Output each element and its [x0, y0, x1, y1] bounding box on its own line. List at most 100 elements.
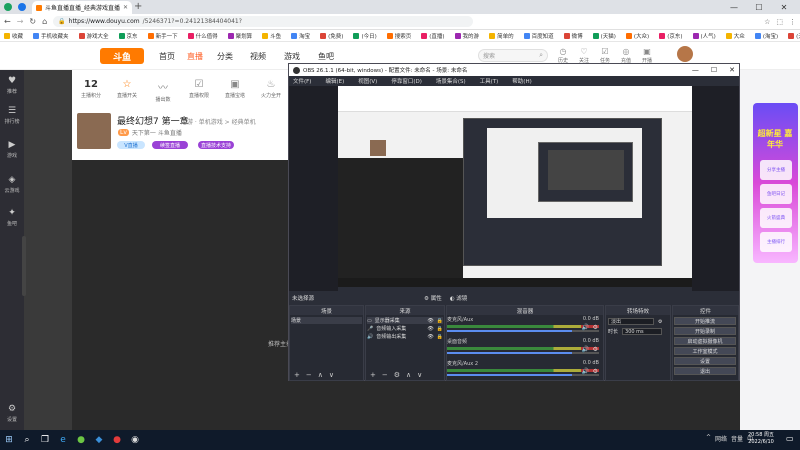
bookmark-item[interactable]: (淘宝): [754, 32, 778, 40]
profile-icon[interactable]: [18, 3, 26, 11]
star-icon[interactable]: ☆: [764, 18, 770, 26]
tray-item[interactable]: 音量: [731, 434, 743, 443]
streamer-avatar[interactable]: [77, 113, 111, 149]
bookmark-item[interactable]: 微博: [563, 32, 583, 40]
extension-icon[interactable]: ⬚: [776, 18, 783, 26]
bookmark-item[interactable]: 淘宝: [291, 32, 310, 40]
bookmark-item[interactable]: 什么值得: [187, 32, 218, 40]
bookmark-item[interactable]: 手机收藏夹: [33, 32, 69, 40]
forward-icon[interactable]: →: [17, 17, 24, 26]
dashboard-stat[interactable]: ☆ 直播开关: [110, 79, 144, 99]
channel-settings-icon[interactable]: ⚙: [593, 368, 598, 375]
bookmark-item[interactable]: (直播): [421, 32, 445, 40]
filters-button[interactable]: ◐ 滤镜: [450, 294, 468, 302]
header-gift[interactable]: ▣ 开播: [639, 47, 655, 64]
bookmark-item[interactable]: 新手一下: [147, 32, 178, 40]
move-down-button[interactable]: ∨: [417, 371, 422, 379]
dashboard-stat[interactable]: ☑ 直播权限: [182, 79, 216, 99]
obs-menu-item[interactable]: 工具(T): [480, 77, 499, 85]
bookmark-item[interactable]: (天猫): [788, 32, 800, 40]
header-follow[interactable]: ♡ 关注: [576, 47, 592, 64]
header-history[interactable]: ◷ 历史: [555, 47, 571, 64]
lock-icon[interactable]: 🔒: [437, 318, 443, 324]
bookmark-item[interactable]: 百度知道: [523, 32, 554, 40]
move-up-button[interactable]: ∧: [318, 371, 323, 379]
header-recharge[interactable]: ◎ 充值: [618, 47, 634, 64]
lock-icon[interactable]: 🔒: [437, 326, 443, 332]
channel-settings-icon[interactable]: ⚙: [593, 346, 598, 353]
source-item[interactable]: ▭ 显示器采集 👁 🔒: [367, 317, 443, 324]
obs-menu-item[interactable]: 场景集合(S): [436, 77, 466, 85]
channel-settings-icon[interactable]: ⚙: [593, 324, 598, 331]
nav-live[interactable]: 直播: [187, 51, 203, 62]
obs-menu-item[interactable]: 帮助(H): [512, 77, 531, 85]
dashboard-stat[interactable]: ▣ 直播宝塔: [218, 79, 252, 99]
bookmark-item[interactable]: 大众: [725, 32, 745, 40]
control-button-5[interactable]: 退出: [674, 367, 736, 375]
bookmark-item[interactable]: 简单的: [489, 32, 514, 40]
notification-icon[interactable]: ▭: [786, 434, 794, 443]
douyu-logo[interactable]: 斗鱼: [100, 48, 144, 64]
stream-category[interactable]: 网游 · 单机游戏 > 经典单机: [181, 117, 256, 126]
minimize-button[interactable]: —: [725, 0, 743, 14]
bookmark-item[interactable]: (大众): [625, 32, 649, 40]
app-red-icon[interactable]: ●: [108, 431, 126, 449]
promo-item[interactable]: 分享主播: [760, 160, 792, 180]
tab-close-icon[interactable]: ✕: [123, 4, 128, 11]
control-button-2[interactable]: 启动虚拟摄像机: [674, 337, 736, 345]
taskbar-clock[interactable]: 20:58 周五 2022/6/10: [748, 432, 774, 446]
nav-game[interactable]: 游戏: [284, 51, 300, 62]
bookmark-item[interactable]: 我的游: [454, 32, 479, 40]
search-icon[interactable]: ⌕: [18, 431, 36, 449]
bookmark-item[interactable]: 收藏: [4, 32, 23, 40]
source-item[interactable]: 🔊 音频输出采集 👁 🔒: [367, 333, 443, 341]
promo-item[interactable]: 鱼吧日记: [760, 184, 792, 204]
duration-input[interactable]: 300 ms: [622, 328, 663, 335]
add-scene-button[interactable]: +: [294, 371, 300, 379]
obs-menu-item[interactable]: 编辑(E): [325, 77, 344, 85]
control-button-1[interactable]: 开始录制: [674, 327, 736, 335]
tray-item[interactable]: 网络: [715, 434, 727, 443]
sidebar-item-game[interactable]: ◈ 云游戏: [0, 175, 24, 194]
maximize-button[interactable]: ☐: [750, 0, 768, 14]
control-button-3[interactable]: 工作室模式: [674, 347, 736, 355]
volume-slider[interactable]: [447, 352, 599, 354]
new-tab-button[interactable]: +: [134, 1, 142, 12]
obs-minimize-button[interactable]: —: [692, 66, 699, 74]
add-source-button[interactable]: +: [370, 371, 376, 379]
mute-icon[interactable]: 🔊: [582, 368, 589, 375]
user-avatar[interactable]: [677, 46, 693, 62]
renew-pill[interactable]: 续签直播: [152, 141, 188, 149]
lock-icon[interactable]: 🔒: [437, 334, 443, 340]
transition-select[interactable]: 淡出: [608, 318, 654, 325]
dashboard-stat[interactable]: 12 主播积分: [74, 79, 108, 99]
properties-button[interactable]: ⚙ 属性: [424, 294, 442, 302]
transition-settings-icon[interactable]: ⚙: [658, 319, 662, 325]
sidebar-item-category[interactable]: ☰ 排行榜: [0, 106, 24, 125]
search-icon[interactable]: ⌕: [539, 51, 543, 60]
sidebar-item-video[interactable]: ▶ 游戏: [0, 140, 24, 159]
volume-slider[interactable]: [447, 374, 599, 376]
tray-item[interactable]: ^: [706, 434, 711, 443]
bookmark-item[interactable]: (天猫): [592, 32, 616, 40]
dashboard-stat[interactable]: 〰播出数: [146, 79, 180, 103]
support-pill[interactable]: 直播技术支持: [198, 141, 234, 149]
obs-close-button[interactable]: ✕: [729, 66, 735, 74]
browser-tab[interactable]: 斗鱼直播直播_经典游戏直播 ✕: [32, 1, 132, 14]
visibility-icon[interactable]: 👁: [427, 318, 433, 324]
close-button[interactable]: ✕: [775, 0, 793, 14]
home-icon[interactable]: ⌂: [42, 17, 47, 26]
visibility-icon[interactable]: 👁: [427, 334, 433, 340]
scene-item[interactable]: 场景: [291, 317, 362, 324]
obs-maximize-button[interactable]: ☐: [711, 66, 717, 74]
nav-category[interactable]: 分类: [217, 51, 233, 62]
back-icon[interactable]: ←: [4, 17, 11, 26]
bookmark-item[interactable]: 搜索页: [386, 32, 411, 40]
obs-menu-item[interactable]: 停靠窗口(D): [391, 77, 422, 85]
move-down-button[interactable]: ∨: [329, 371, 334, 379]
volume-slider[interactable]: [447, 330, 599, 332]
bookmark-item[interactable]: 游戏大全: [78, 32, 109, 40]
move-up-button[interactable]: ∧: [406, 371, 411, 379]
obs-taskbar-icon[interactable]: ◉: [126, 431, 144, 449]
search-input[interactable]: 搜索 ⌕: [478, 49, 548, 62]
